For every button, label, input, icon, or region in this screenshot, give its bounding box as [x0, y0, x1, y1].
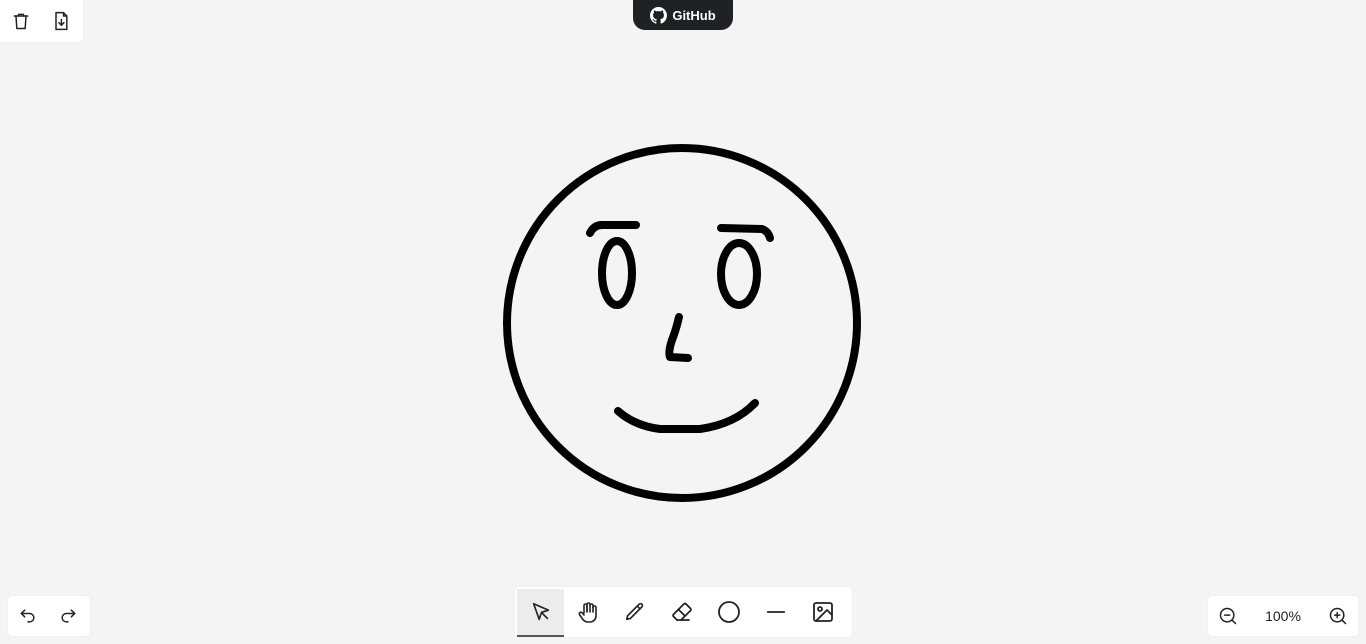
right-eyebrow-stroke[interactable]	[717, 224, 774, 242]
cursor-arrow-icon	[532, 602, 549, 621]
clear-canvas-button[interactable]	[1, 1, 41, 41]
redo-icon	[61, 609, 76, 623]
redo-button[interactable]	[48, 596, 88, 636]
tool-select-button[interactable]	[517, 589, 564, 637]
tool-pencil-button[interactable]	[611, 589, 658, 635]
export-file-button[interactable]	[41, 1, 81, 41]
left-eyebrow-stroke[interactable]	[586, 221, 640, 237]
tool-ellipse-button[interactable]	[705, 589, 752, 635]
eraser-icon	[671, 602, 692, 621]
pencil-icon	[625, 602, 643, 621]
zoom-panel: 100%	[1208, 596, 1358, 636]
tool-eraser-button[interactable]	[658, 589, 705, 635]
undo-button[interactable]	[8, 596, 48, 636]
tool-line-button[interactable]	[752, 589, 799, 635]
tools-panel	[515, 587, 852, 637]
trash-icon	[13, 13, 29, 30]
zoom-out-icon	[1219, 607, 1237, 625]
circle-icon	[717, 601, 740, 623]
line-icon	[766, 611, 785, 613]
zoom-in-button[interactable]	[1318, 596, 1358, 636]
right-eye-stroke[interactable]	[717, 239, 761, 309]
zoom-out-button[interactable]	[1208, 596, 1248, 636]
image-icon	[812, 602, 833, 622]
undo-icon	[20, 609, 35, 623]
tool-hand-button[interactable]	[564, 589, 611, 635]
file-download-icon	[55, 11, 68, 31]
tool-image-button[interactable]	[799, 589, 846, 635]
mouth-stroke[interactable]	[614, 399, 759, 433]
face-outline-stroke[interactable]	[503, 144, 861, 502]
github-link[interactable]: GitHub	[633, 0, 733, 30]
hand-icon	[578, 602, 597, 623]
nose-stroke[interactable]	[665, 313, 692, 362]
github-icon	[650, 6, 668, 24]
zoom-level[interactable]: 100%	[1253, 608, 1313, 624]
history-panel	[8, 596, 90, 636]
left-eye-stroke[interactable]	[598, 237, 636, 309]
github-label: GitHub	[672, 7, 716, 23]
drawing-canvas[interactable]	[0, 0, 1366, 644]
file-menu-panel	[0, 0, 83, 42]
zoom-in-icon	[1329, 607, 1347, 625]
